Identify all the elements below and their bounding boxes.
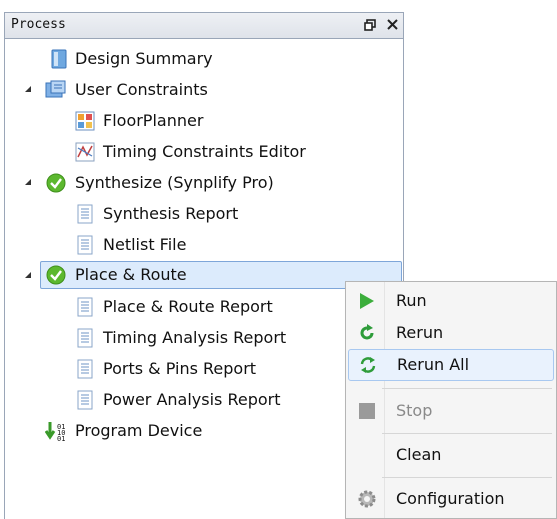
process-panel: Process Design Summary User Constraints	[4, 12, 404, 519]
tree-item-netlist-file[interactable]: Netlist File	[5, 231, 400, 259]
menu-item-run[interactable]: Run	[348, 285, 554, 317]
tree-item-label: Synthesize (Synplify Pro)	[75, 173, 274, 192]
tree-item-label: Place & Route	[75, 265, 187, 284]
tree-item-label: Synthesis Report	[103, 204, 239, 223]
menu-item-clean[interactable]: Clean	[348, 439, 554, 471]
floorplanner-icon	[75, 111, 95, 131]
report-icon	[75, 235, 95, 255]
check-icon	[46, 265, 66, 285]
program-device-icon: 01 10 01	[44, 421, 67, 443]
menu-item-label: Rerun	[396, 323, 444, 342]
close-icon	[386, 19, 398, 30]
menu-separator	[382, 433, 552, 434]
svg-text:01: 01	[57, 435, 65, 443]
close-button[interactable]	[383, 15, 401, 35]
tree-item-label: User Constraints	[75, 80, 208, 99]
report-icon	[75, 390, 95, 410]
tree-item-label: Timing Constraints Editor	[103, 142, 306, 161]
tree-item-label: Ports & Pins Report	[103, 359, 257, 378]
tree-item-design-summary[interactable]: Design Summary	[5, 45, 400, 73]
tree-item-synthesis-report[interactable]: Synthesis Report	[5, 200, 400, 228]
rerun-all-icon	[358, 355, 378, 375]
tree-item-floorplanner[interactable]: FloorPlanner	[5, 107, 400, 135]
check-icon	[46, 173, 66, 193]
expander-icon[interactable]	[25, 86, 31, 92]
tree-item-label: Netlist File	[103, 235, 187, 254]
timing-editor-icon	[75, 142, 95, 162]
gear-icon	[357, 489, 377, 509]
menu-separator	[382, 477, 552, 478]
menu-item-label: Stop	[396, 401, 433, 420]
report-icon	[75, 204, 95, 224]
tree-item-synthesize[interactable]: Synthesize (Synplify Pro)	[5, 169, 400, 197]
menu-item-label: Run	[396, 291, 427, 310]
menu-item-label: Clean	[396, 445, 442, 464]
tree-item-program-device[interactable]: 01 10 01 Program Device	[5, 417, 400, 445]
report-icon	[75, 328, 95, 348]
expander-icon[interactable]	[25, 179, 31, 185]
tree-item-label: Power Analysis Report	[103, 390, 281, 409]
tree-item-label: FloorPlanner	[103, 111, 204, 130]
tree-item-place-route-report[interactable]: Place & Route Report	[5, 293, 400, 321]
report-icon	[75, 297, 95, 317]
menu-item-configuration[interactable]: Configuration	[348, 483, 554, 515]
tree-item-label: Timing Analysis Report	[103, 328, 287, 347]
tree-item-user-constraints[interactable]: User Constraints	[5, 76, 400, 104]
tree-item-label: Design Summary	[75, 49, 213, 68]
tree-item-label: Program Device	[75, 421, 203, 440]
rerun-icon	[357, 323, 377, 343]
restore-button[interactable]	[361, 15, 379, 35]
context-menu: Run Rerun Rerun All Stop Clean Configura…	[345, 281, 557, 519]
tree-item-label: Place & Route Report	[103, 297, 273, 316]
run-icon	[357, 291, 377, 311]
tree-item-power-analysis-report[interactable]: Power Analysis Report	[5, 386, 400, 414]
summary-icon	[49, 49, 69, 69]
stop-icon	[357, 401, 377, 421]
constraints-icon	[45, 80, 66, 100]
menu-item-rerun[interactable]: Rerun	[348, 317, 554, 349]
panel-title: Process	[11, 17, 66, 32]
menu-item-label: Rerun All	[397, 355, 470, 374]
menu-separator	[382, 388, 552, 389]
panel-header: Process	[5, 13, 403, 39]
expander-icon[interactable]	[25, 272, 31, 278]
menu-item-rerun-all[interactable]: Rerun All	[348, 349, 554, 381]
restore-icon	[364, 19, 376, 31]
tree-item-timing-analysis-report[interactable]: Timing Analysis Report	[5, 324, 400, 352]
tree-item-timing-constraints-editor[interactable]: Timing Constraints Editor	[5, 138, 400, 166]
report-icon	[75, 359, 95, 379]
menu-item-label: Configuration	[396, 489, 505, 508]
tree-item-ports-pins-report[interactable]: Ports & Pins Report	[5, 355, 400, 383]
menu-item-stop[interactable]: Stop	[348, 395, 554, 427]
